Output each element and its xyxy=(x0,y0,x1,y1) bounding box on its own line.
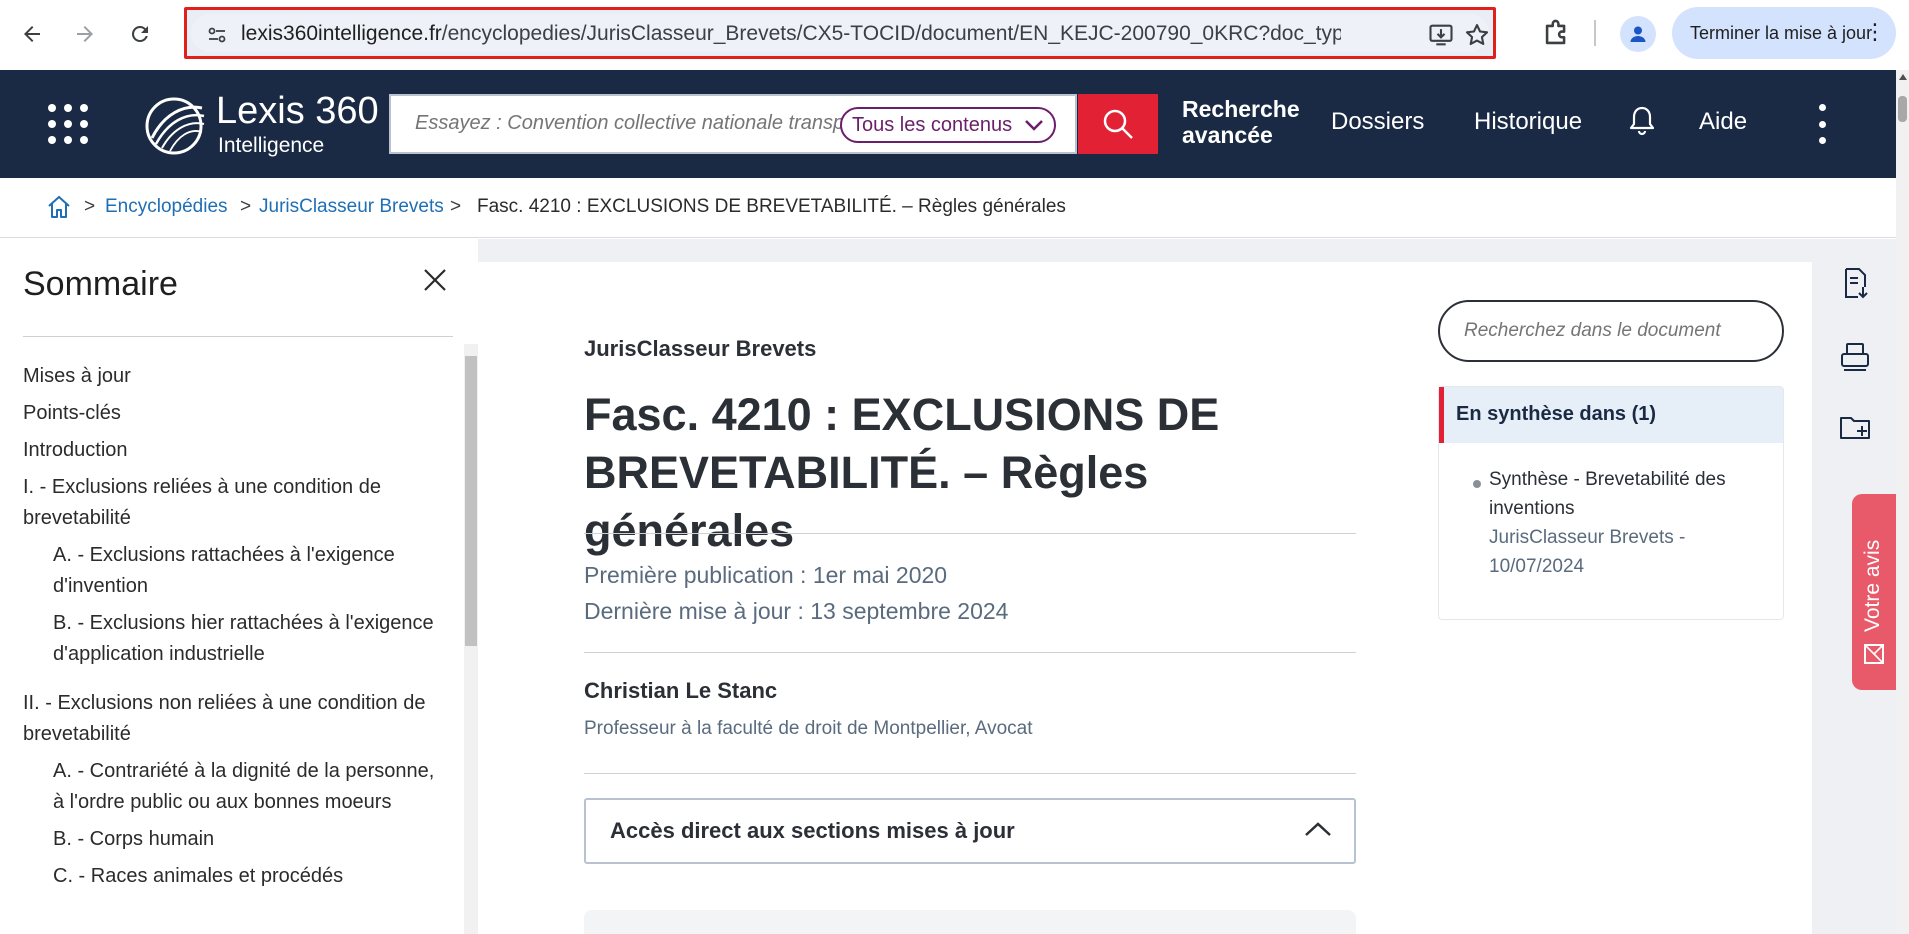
search-scope-dropdown[interactable]: Tous les contenus xyxy=(840,107,1056,143)
feedback-tab[interactable]: Votre avis xyxy=(1852,494,1896,690)
printer-icon[interactable] xyxy=(1838,340,1872,374)
toc-item-section-2b[interactable]: B. - Corps humain xyxy=(23,824,443,855)
quick-access-label: Accès direct aux sections mises à jour xyxy=(610,818,1015,843)
breadcrumb-separator: > xyxy=(450,196,462,217)
breadcrumb-jurisclasseur-brevets[interactable]: JurisClasseur Brevets xyxy=(259,196,444,218)
apps-grid-icon[interactable] xyxy=(48,104,88,144)
meta-divider xyxy=(584,652,1356,653)
toc-item-section-1a[interactable]: A. - Exclusions rattachées à l'exigence … xyxy=(23,540,443,602)
address-bar-inner: lexis360intelligence.fr/encyclopedies/Ju… xyxy=(191,14,1489,52)
author-divider xyxy=(584,773,1356,774)
scroll-up-arrow-icon[interactable] xyxy=(1899,74,1907,80)
back-button[interactable] xyxy=(10,12,54,56)
more-options-icon[interactable] xyxy=(1812,104,1832,144)
search-icon xyxy=(1103,109,1133,139)
arrow-right-icon xyxy=(77,26,93,42)
search-submit-button[interactable] xyxy=(1078,94,1158,154)
breadcrumb-separator: > xyxy=(240,196,252,217)
close-icon[interactable] xyxy=(420,265,450,295)
author-role: Professeur à la faculté de droit de Mont… xyxy=(584,718,1033,739)
toc-item-mises-a-jour[interactable]: Mises à jour xyxy=(23,361,443,392)
breadcrumb: > Encyclopédies > JurisClasseur Brevets … xyxy=(0,178,1896,238)
breadcrumb-current: Fasc. 4210 : EXCLUSIONS DE BREVETABILITÉ… xyxy=(477,196,1066,217)
toc-item-section-1b[interactable]: B. - Exclusions hier rattachées à l'exig… xyxy=(23,608,443,670)
browser-toolbar: lexis360intelligence.fr/encyclopedies/Ju… xyxy=(0,0,1909,70)
document-search-input[interactable] xyxy=(1464,320,1764,342)
finish-update-button[interactable]: Terminer la mise à jour ⋮ xyxy=(1672,7,1896,59)
profile-button[interactable] xyxy=(1620,16,1656,52)
arrow-left-icon xyxy=(24,26,40,42)
breadcrumb-separator: > xyxy=(84,196,96,217)
site-header: Lexis 360 Intelligence Tous les contenus… xyxy=(0,70,1896,178)
bell-icon[interactable] xyxy=(1627,104,1657,138)
lexis-logo[interactable]: Lexis 360 Intelligence xyxy=(144,90,389,160)
nav-historique[interactable]: Historique xyxy=(1474,108,1582,136)
toc-item-section-2[interactable]: II. - Exclusions non reliées à une condi… xyxy=(23,688,443,750)
address-bar[interactable]: lexis360intelligence.fr/encyclopedies/Ju… xyxy=(184,7,1496,59)
main-search-input[interactable] xyxy=(415,112,845,135)
sommaire-scrollbar-thumb[interactable] xyxy=(465,356,477,646)
toc-item-points-cles[interactable]: Points-clés xyxy=(23,398,443,429)
sommaire-title: Sommaire xyxy=(23,265,178,303)
toc-item-section-2a[interactable]: A. - Contrariété à la dignité de la pers… xyxy=(23,756,443,818)
bookmark-star-icon[interactable] xyxy=(1463,21,1491,49)
reload-icon xyxy=(131,25,148,42)
sommaire-list: Mises à jour Points-clés Introduction I.… xyxy=(23,361,443,898)
reload-button[interactable] xyxy=(118,12,162,56)
browser-menu-icon[interactable]: ⋮ xyxy=(1864,21,1886,43)
chevron-down-icon xyxy=(1025,120,1043,131)
document-search-box xyxy=(1438,300,1784,362)
document-source: JurisClasseur Brevets xyxy=(584,336,817,361)
person-icon xyxy=(1630,26,1646,42)
feedback-label: Votre avis xyxy=(1861,539,1884,632)
synthesis-link[interactable]: Synthèse - Brevetabilité des inventions xyxy=(1489,465,1769,523)
breadcrumb-encyclopedies[interactable]: Encyclopédies xyxy=(105,196,228,218)
lexis-globe-icon xyxy=(145,97,205,155)
finish-update-label: Terminer la mise à jour xyxy=(1690,22,1873,43)
url-text[interactable]: lexis360intelligence.fr/encyclopedies/Ju… xyxy=(241,22,1341,46)
document-card: JurisClasseur Brevets Fasc. 4210 : EXCLU… xyxy=(478,262,1812,934)
site-settings-icon[interactable] xyxy=(205,23,229,47)
title-divider xyxy=(584,533,1356,534)
install-app-icon[interactable] xyxy=(1427,21,1455,49)
url-domain: lexis360intelligence.fr xyxy=(241,22,442,45)
synthesis-panel: En synthèse dans (1) Synthèse - Brevetab… xyxy=(1438,386,1784,620)
nav-dossiers[interactable]: Dossiers xyxy=(1331,108,1424,136)
envelope-icon xyxy=(1864,644,1884,664)
add-to-folder-icon[interactable] xyxy=(1838,410,1872,444)
document-export-icon[interactable] xyxy=(1838,266,1872,300)
forward-button[interactable] xyxy=(63,12,107,56)
synthesis-header-label: En synthèse dans (1) xyxy=(1456,403,1657,425)
sommaire-panel: Sommaire Mises à jour Points-clés Introd… xyxy=(0,239,478,934)
extensions-puzzle-icon[interactable] xyxy=(1540,16,1574,50)
synthesis-source: JurisClasseur Brevets - 10/07/2024 xyxy=(1489,527,1686,577)
home-icon[interactable] xyxy=(46,194,72,220)
next-section-block xyxy=(584,910,1356,934)
search-scope-label: Tous les contenus xyxy=(852,113,1013,136)
page-scrollbar[interactable] xyxy=(1896,70,1909,934)
quick-access-accordion[interactable]: Accès direct aux sections mises à jour xyxy=(584,798,1356,864)
author-name[interactable]: Christian Le Stanc xyxy=(584,678,777,704)
logo-subtitle: Intelligence xyxy=(218,134,325,157)
logo-brand-text: Lexis 360 xyxy=(216,90,379,132)
main-search-box: Tous les contenus xyxy=(389,94,1077,154)
toc-item-introduction[interactable]: Introduction xyxy=(23,435,443,466)
page-scrollbar-thumb[interactable] xyxy=(1898,96,1907,122)
chevron-up-icon xyxy=(1305,822,1331,836)
synthesis-header[interactable]: En synthèse dans (1) xyxy=(1439,387,1783,443)
nav-aide[interactable]: Aide xyxy=(1699,108,1747,136)
toolbar-separator xyxy=(1594,20,1596,46)
last-update: Dernière mise à jour : 13 septembre 2024 xyxy=(584,598,1009,624)
advanced-search-link[interactable]: Recherche avancée xyxy=(1182,96,1302,148)
url-path: /encyclopedies/JurisClasseur_Brevets/CX5… xyxy=(441,22,1341,45)
sommaire-divider xyxy=(23,336,453,337)
first-publication: Première publication : 1er mai 2020 xyxy=(584,562,948,588)
toc-item-section-2c[interactable]: C. - Races animales et procédés xyxy=(23,861,443,892)
bullet-icon xyxy=(1473,480,1481,488)
toc-item-section-1[interactable]: I. - Exclusions reliées à une condition … xyxy=(23,472,443,534)
